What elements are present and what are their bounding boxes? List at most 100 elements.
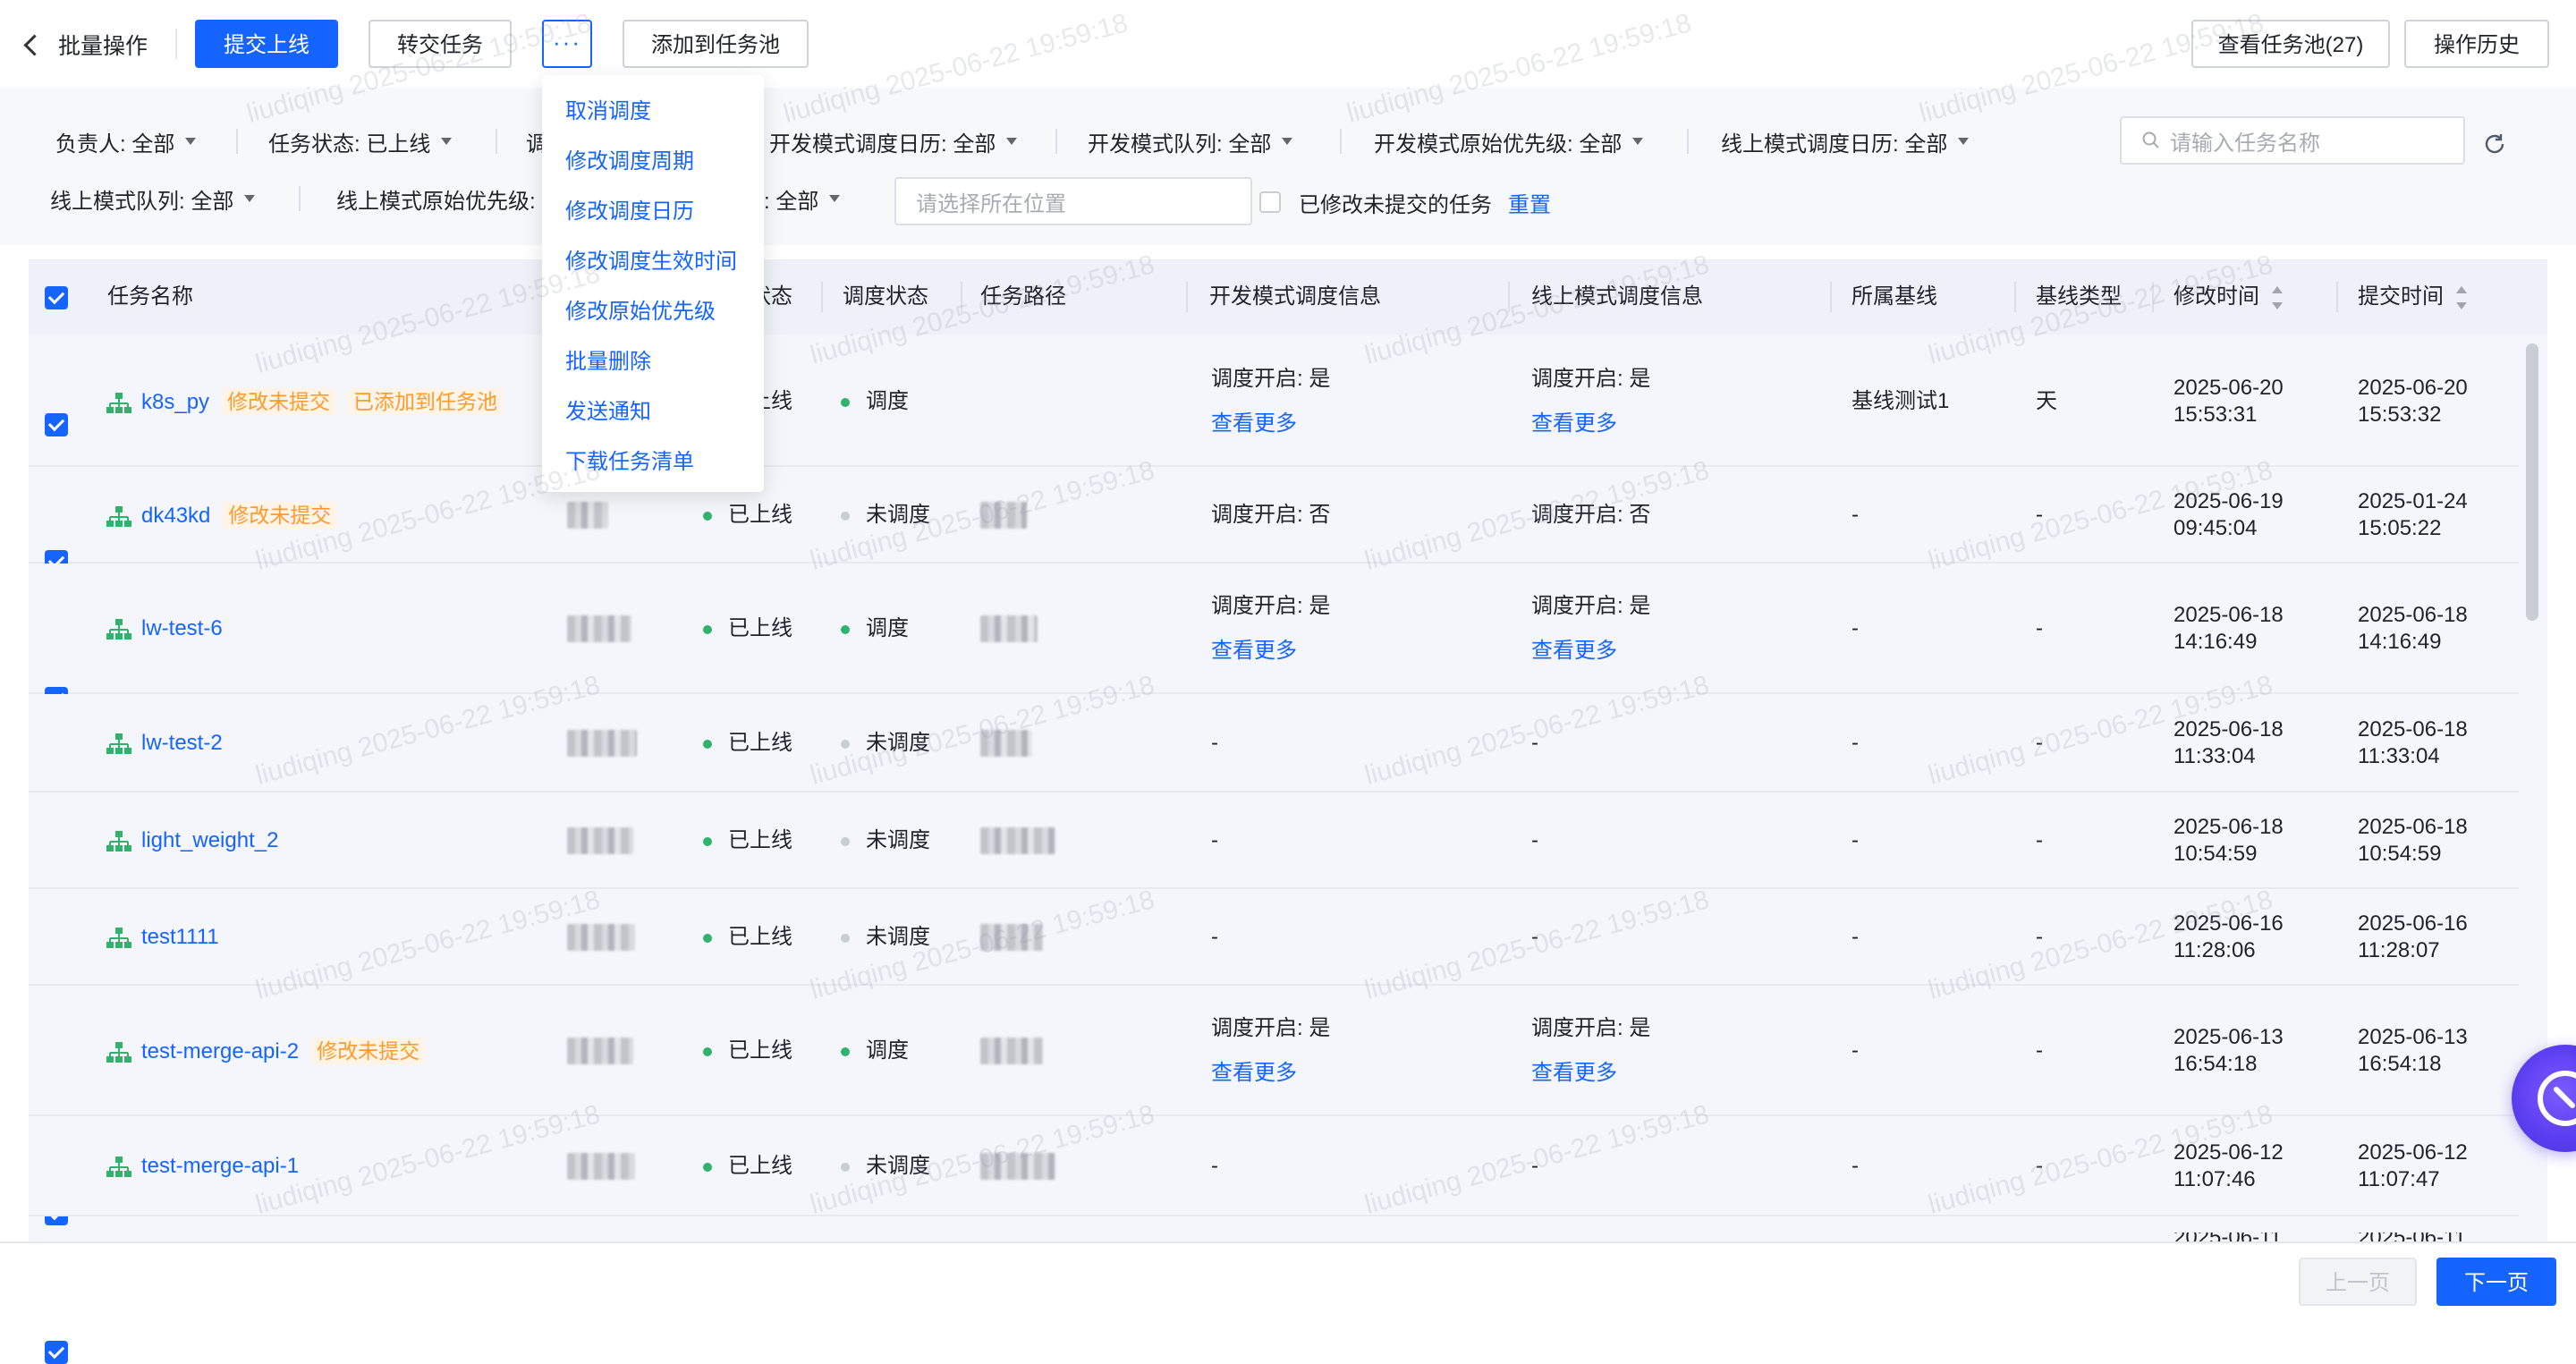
task-name-cell[interactable]: lw-test-6	[106, 613, 223, 645]
menu-item[interactable]: 取消调度	[565, 93, 651, 124]
online-info-cell: 调度开启: 是查看更多	[1531, 593, 1650, 665]
menu-item[interactable]: 批量删除	[565, 343, 651, 375]
scrollbar-thumb[interactable]	[2526, 343, 2538, 621]
dev-info-enabled: 调度开启: 是	[1211, 1016, 1331, 1040]
task-path-redacted	[980, 615, 1038, 642]
table-row[interactable]	[29, 792, 2519, 889]
modified-time: 10:54:59	[2174, 842, 2258, 866]
sched-status-cell: 调度	[841, 615, 909, 642]
dev-info-enabled: 调度开启: 是	[1211, 367, 1331, 391]
sched-status-cell: 未调度	[841, 827, 930, 854]
search-placeholder: 请输入任务名称	[2170, 131, 2320, 156]
view-more-link[interactable]: 查看更多	[1531, 1060, 1650, 1087]
add-to-pool-button[interactable]: 添加到任务池	[623, 20, 809, 68]
task-name-cell[interactable]: light_weight_2	[106, 825, 278, 857]
col-separator	[2336, 282, 2338, 312]
task-name-cell[interactable]: dk43kd 修改未提交	[106, 499, 337, 532]
task-tree-icon	[106, 505, 131, 527]
sort-icon[interactable]	[2272, 285, 2283, 309]
location-select[interactable]: 请选择所在位置	[894, 177, 1252, 225]
dev-info-cell: -	[1211, 925, 1218, 949]
more-actions-button[interactable]: ···	[542, 20, 592, 68]
menu-item[interactable]: 修改原始优先级	[565, 293, 716, 325]
task-name-link[interactable]: test1111	[141, 925, 219, 949]
caret-down-icon	[1006, 138, 1018, 145]
task-name-link[interactable]: lw-test-2	[141, 731, 223, 755]
filter-dev-queue[interactable]: 开发模式队列: 全部	[1088, 123, 1293, 159]
task-name-link[interactable]: light_weight_2	[141, 828, 278, 852]
task-name-link[interactable]: lw-test-6	[141, 616, 223, 640]
task-name-link[interactable]: k8s_py	[141, 390, 209, 414]
task-name-link[interactable]: dk43kd	[141, 504, 210, 528]
submit-time-cell: 2025-06-20 15:53:32	[2358, 375, 2468, 428]
task-name-cell[interactable]: lw-test-2	[106, 727, 223, 759]
sched-status-text: 调度	[866, 616, 909, 640]
search-input[interactable]: 请输入任务名称	[2120, 116, 2465, 165]
location-placeholder: 请选择所在位置	[916, 191, 1066, 216]
view-more-link[interactable]: 查看更多	[1211, 638, 1330, 665]
row-checkbox[interactable]	[45, 1341, 68, 1364]
task-name-link[interactable]: test-merge-api-2	[141, 1039, 299, 1063]
filter-task-status[interactable]: 任务状态: 已上线	[268, 123, 453, 159]
sched-status-text: 未调度	[866, 731, 930, 755]
filter-online-priority[interactable]: 线上模式原始优先级:	[336, 181, 536, 216]
submit-online-button[interactable]: 提交上线	[195, 20, 338, 68]
submit-time: 15:05:22	[2358, 516, 2442, 540]
select-all-checkbox[interactable]	[45, 286, 68, 309]
table-row[interactable]	[29, 694, 2519, 792]
task-name-link[interactable]: test-merge-api-1	[141, 1154, 299, 1178]
modified-unsubmitted-checkbox[interactable]	[1259, 191, 1281, 213]
status-tag: 已添加到任务池	[348, 388, 504, 415]
refresh-icon[interactable]	[2481, 131, 2508, 157]
modified-time-cell: 2025-06-18 10:54:59	[2174, 814, 2284, 868]
menu-item[interactable]: 下载任务清单	[565, 444, 694, 475]
view-more-link[interactable]: 查看更多	[1531, 411, 1650, 437]
transfer-task-button[interactable]: 转交任务	[369, 20, 512, 68]
reset-link[interactable]: 重置	[1508, 184, 1551, 220]
sort-icon[interactable]	[2456, 285, 2467, 309]
task-name-cell[interactable]: test-merge-api-1	[106, 1150, 299, 1182]
owner-redacted	[567, 827, 633, 854]
filter-owner[interactable]: 负责人: 全部	[55, 123, 197, 159]
col-modified-time[interactable]: 修改时间	[2174, 259, 2283, 335]
assistant-float-button[interactable]	[2512, 1045, 2576, 1152]
view-more-link[interactable]: 查看更多	[1211, 411, 1330, 437]
baseline-type-cell: -	[2036, 828, 2043, 852]
menu-item[interactable]: 修改调度周期	[565, 143, 694, 174]
prev-page-button[interactable]: 上一页	[2299, 1258, 2417, 1306]
submit-time: 11:28:07	[2358, 938, 2440, 962]
menu-item[interactable]: 发送通知	[565, 394, 651, 425]
baseline-cell: -	[1852, 925, 1859, 949]
baseline-cell: -	[1852, 731, 1859, 755]
filter-online-calendar[interactable]: 线上模式调度日历: 全部	[1721, 123, 1970, 159]
next-page-button[interactable]: 下一页	[2436, 1258, 2556, 1306]
submit-date: 2025-01-24	[2358, 489, 2468, 513]
task-name-cell[interactable]: k8s_py 修改未提交 已添加到任务池	[106, 385, 504, 419]
divider	[175, 29, 177, 59]
col-task-name: 任务名称	[107, 284, 193, 309]
modified-time: 11:28:06	[2174, 938, 2256, 962]
view-pool-button[interactable]: 查看任务池(27)	[2191, 20, 2390, 68]
owner-redacted	[567, 615, 631, 642]
view-more-link[interactable]: 查看更多	[1531, 638, 1650, 665]
menu-item[interactable]: 修改调度日历	[565, 193, 694, 225]
filter-online-queue[interactable]: 线上模式队列: 全部	[50, 181, 256, 216]
table-row[interactable]	[29, 889, 2519, 986]
view-more-link[interactable]: 查看更多	[1211, 1060, 1330, 1087]
baseline-cell: -	[1852, 1038, 1859, 1063]
history-button[interactable]: 操作历史	[2404, 20, 2549, 68]
table-row[interactable]	[29, 1116, 2519, 1216]
col-submit-time[interactable]: 提交时间	[2358, 259, 2467, 335]
modified-time-cell: 2025-06-19 09:45:04	[2174, 488, 2284, 542]
task-name-cell[interactable]: test-merge-api-2 修改未提交	[106, 1035, 426, 1068]
baseline-type-cell: -	[2036, 925, 2043, 949]
filter-dev-calendar[interactable]: 开发模式调度日历: 全部	[769, 123, 1018, 159]
task-name-cell[interactable]: test1111	[106, 921, 219, 953]
divider	[1687, 129, 1689, 154]
sched-dot-icon	[841, 511, 850, 521]
back-button[interactable]: 批量操作	[23, 27, 148, 63]
filter-dev-priority[interactable]: 开发模式原始优先级: 全部	[1374, 123, 1644, 159]
status-tag: 修改未提交	[311, 1038, 426, 1064]
menu-item[interactable]: 修改调度生效时间	[565, 243, 737, 275]
row-checkbox[interactable]	[45, 413, 68, 436]
